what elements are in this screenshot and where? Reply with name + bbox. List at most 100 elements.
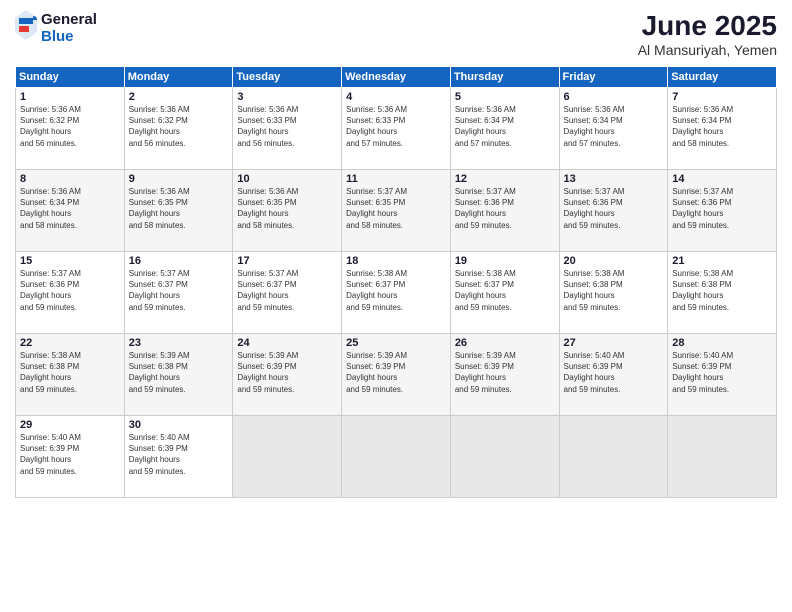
day-number: 30 bbox=[129, 419, 229, 431]
table-row: 1 Sunrise: 5:36 AM Sunset: 6:32 PM Dayli… bbox=[16, 88, 125, 170]
table-row: 17 Sunrise: 5:37 AM Sunset: 6:37 PM Dayl… bbox=[233, 252, 342, 334]
day-number: 19 bbox=[455, 255, 555, 267]
calendar-subtitle: Al Mansuriyah, Yemen bbox=[638, 42, 777, 58]
logo-icon bbox=[15, 10, 37, 40]
day-number: 21 bbox=[672, 255, 772, 267]
table-row: 12 Sunrise: 5:37 AM Sunset: 6:36 PM Dayl… bbox=[450, 170, 559, 252]
day-info: Sunrise: 5:39 AM Sunset: 6:39 PM Dayligh… bbox=[455, 350, 555, 395]
day-info: Sunrise: 5:40 AM Sunset: 6:39 PM Dayligh… bbox=[20, 432, 120, 477]
header: General Blue June 2025 Al Mansuriyah, Ye… bbox=[15, 10, 777, 58]
page: General Blue June 2025 Al Mansuriyah, Ye… bbox=[0, 0, 792, 612]
day-info: Sunrise: 5:36 AM Sunset: 6:35 PM Dayligh… bbox=[237, 186, 337, 231]
day-number: 6 bbox=[564, 91, 664, 103]
day-info: Sunrise: 5:40 AM Sunset: 6:39 PM Dayligh… bbox=[129, 432, 229, 477]
table-row: 29 Sunrise: 5:40 AM Sunset: 6:39 PM Dayl… bbox=[16, 416, 125, 498]
day-number: 26 bbox=[455, 337, 555, 349]
day-number: 17 bbox=[237, 255, 337, 267]
calendar-header-row: Sunday Monday Tuesday Wednesday Thursday… bbox=[16, 67, 777, 88]
day-info: Sunrise: 5:40 AM Sunset: 6:39 PM Dayligh… bbox=[672, 350, 772, 395]
table-row bbox=[450, 416, 559, 498]
table-row bbox=[668, 416, 777, 498]
day-number: 24 bbox=[237, 337, 337, 349]
logo-general: General bbox=[41, 11, 97, 28]
calendar-week-row: 15 Sunrise: 5:37 AM Sunset: 6:36 PM Dayl… bbox=[16, 252, 777, 334]
table-row: 15 Sunrise: 5:37 AM Sunset: 6:36 PM Dayl… bbox=[16, 252, 125, 334]
day-info: Sunrise: 5:36 AM Sunset: 6:34 PM Dayligh… bbox=[455, 104, 555, 149]
day-info: Sunrise: 5:36 AM Sunset: 6:32 PM Dayligh… bbox=[20, 104, 120, 149]
day-number: 20 bbox=[564, 255, 664, 267]
table-row: 4 Sunrise: 5:36 AM Sunset: 6:33 PM Dayli… bbox=[342, 88, 451, 170]
calendar-week-row: 22 Sunrise: 5:38 AM Sunset: 6:38 PM Dayl… bbox=[16, 334, 777, 416]
calendar-table: Sunday Monday Tuesday Wednesday Thursday… bbox=[15, 66, 777, 498]
day-number: 7 bbox=[672, 91, 772, 103]
day-info: Sunrise: 5:36 AM Sunset: 6:34 PM Dayligh… bbox=[564, 104, 664, 149]
day-info: Sunrise: 5:38 AM Sunset: 6:38 PM Dayligh… bbox=[672, 268, 772, 313]
day-number: 14 bbox=[672, 173, 772, 185]
table-row: 16 Sunrise: 5:37 AM Sunset: 6:37 PM Dayl… bbox=[124, 252, 233, 334]
table-row: 14 Sunrise: 5:37 AM Sunset: 6:36 PM Dayl… bbox=[668, 170, 777, 252]
day-number: 10 bbox=[237, 173, 337, 185]
logo-blue: Blue bbox=[41, 28, 97, 45]
day-info: Sunrise: 5:38 AM Sunset: 6:38 PM Dayligh… bbox=[20, 350, 120, 395]
day-number: 23 bbox=[129, 337, 229, 349]
table-row: 28 Sunrise: 5:40 AM Sunset: 6:39 PM Dayl… bbox=[668, 334, 777, 416]
table-row bbox=[233, 416, 342, 498]
calendar-week-row: 1 Sunrise: 5:36 AM Sunset: 6:32 PM Dayli… bbox=[16, 88, 777, 170]
day-number: 29 bbox=[20, 419, 120, 431]
table-row: 24 Sunrise: 5:39 AM Sunset: 6:39 PM Dayl… bbox=[233, 334, 342, 416]
day-number: 27 bbox=[564, 337, 664, 349]
col-saturday: Saturday bbox=[668, 67, 777, 88]
table-row: 8 Sunrise: 5:36 AM Sunset: 6:34 PM Dayli… bbox=[16, 170, 125, 252]
table-row: 10 Sunrise: 5:36 AM Sunset: 6:35 PM Dayl… bbox=[233, 170, 342, 252]
day-number: 11 bbox=[346, 173, 446, 185]
table-row: 13 Sunrise: 5:37 AM Sunset: 6:36 PM Dayl… bbox=[559, 170, 668, 252]
day-info: Sunrise: 5:37 AM Sunset: 6:36 PM Dayligh… bbox=[455, 186, 555, 231]
day-info: Sunrise: 5:36 AM Sunset: 6:35 PM Dayligh… bbox=[129, 186, 229, 231]
day-number: 18 bbox=[346, 255, 446, 267]
day-info: Sunrise: 5:37 AM Sunset: 6:36 PM Dayligh… bbox=[20, 268, 120, 313]
day-info: Sunrise: 5:39 AM Sunset: 6:39 PM Dayligh… bbox=[237, 350, 337, 395]
table-row: 30 Sunrise: 5:40 AM Sunset: 6:39 PM Dayl… bbox=[124, 416, 233, 498]
table-row: 21 Sunrise: 5:38 AM Sunset: 6:38 PM Dayl… bbox=[668, 252, 777, 334]
day-number: 4 bbox=[346, 91, 446, 103]
day-info: Sunrise: 5:38 AM Sunset: 6:38 PM Dayligh… bbox=[564, 268, 664, 313]
table-row: 23 Sunrise: 5:39 AM Sunset: 6:38 PM Dayl… bbox=[124, 334, 233, 416]
day-info: Sunrise: 5:39 AM Sunset: 6:38 PM Dayligh… bbox=[129, 350, 229, 395]
day-number: 12 bbox=[455, 173, 555, 185]
day-number: 8 bbox=[20, 173, 120, 185]
logo: General Blue bbox=[15, 10, 97, 45]
day-info: Sunrise: 5:38 AM Sunset: 6:37 PM Dayligh… bbox=[455, 268, 555, 313]
day-number: 5 bbox=[455, 91, 555, 103]
day-info: Sunrise: 5:36 AM Sunset: 6:33 PM Dayligh… bbox=[237, 104, 337, 149]
day-number: 2 bbox=[129, 91, 229, 103]
day-info: Sunrise: 5:37 AM Sunset: 6:36 PM Dayligh… bbox=[672, 186, 772, 231]
day-number: 28 bbox=[672, 337, 772, 349]
table-row: 9 Sunrise: 5:36 AM Sunset: 6:35 PM Dayli… bbox=[124, 170, 233, 252]
col-thursday: Thursday bbox=[450, 67, 559, 88]
col-wednesday: Wednesday bbox=[342, 67, 451, 88]
col-sunday: Sunday bbox=[16, 67, 125, 88]
calendar-week-row: 29 Sunrise: 5:40 AM Sunset: 6:39 PM Dayl… bbox=[16, 416, 777, 498]
table-row: 2 Sunrise: 5:36 AM Sunset: 6:32 PM Dayli… bbox=[124, 88, 233, 170]
day-number: 25 bbox=[346, 337, 446, 349]
table-row: 27 Sunrise: 5:40 AM Sunset: 6:39 PM Dayl… bbox=[559, 334, 668, 416]
calendar-title: June 2025 bbox=[638, 10, 777, 42]
day-number: 3 bbox=[237, 91, 337, 103]
col-friday: Friday bbox=[559, 67, 668, 88]
table-row: 6 Sunrise: 5:36 AM Sunset: 6:34 PM Dayli… bbox=[559, 88, 668, 170]
day-number: 16 bbox=[129, 255, 229, 267]
table-row: 3 Sunrise: 5:36 AM Sunset: 6:33 PM Dayli… bbox=[233, 88, 342, 170]
day-info: Sunrise: 5:36 AM Sunset: 6:32 PM Dayligh… bbox=[129, 104, 229, 149]
day-info: Sunrise: 5:36 AM Sunset: 6:34 PM Dayligh… bbox=[672, 104, 772, 149]
day-info: Sunrise: 5:37 AM Sunset: 6:35 PM Dayligh… bbox=[346, 186, 446, 231]
col-tuesday: Tuesday bbox=[233, 67, 342, 88]
table-row: 22 Sunrise: 5:38 AM Sunset: 6:38 PM Dayl… bbox=[16, 334, 125, 416]
table-row: 5 Sunrise: 5:36 AM Sunset: 6:34 PM Dayli… bbox=[450, 88, 559, 170]
day-info: Sunrise: 5:40 AM Sunset: 6:39 PM Dayligh… bbox=[564, 350, 664, 395]
day-info: Sunrise: 5:37 AM Sunset: 6:36 PM Dayligh… bbox=[564, 186, 664, 231]
day-info: Sunrise: 5:39 AM Sunset: 6:39 PM Dayligh… bbox=[346, 350, 446, 395]
day-info: Sunrise: 5:36 AM Sunset: 6:34 PM Dayligh… bbox=[20, 186, 120, 231]
table-row: 25 Sunrise: 5:39 AM Sunset: 6:39 PM Dayl… bbox=[342, 334, 451, 416]
day-number: 13 bbox=[564, 173, 664, 185]
table-row: 18 Sunrise: 5:38 AM Sunset: 6:37 PM Dayl… bbox=[342, 252, 451, 334]
